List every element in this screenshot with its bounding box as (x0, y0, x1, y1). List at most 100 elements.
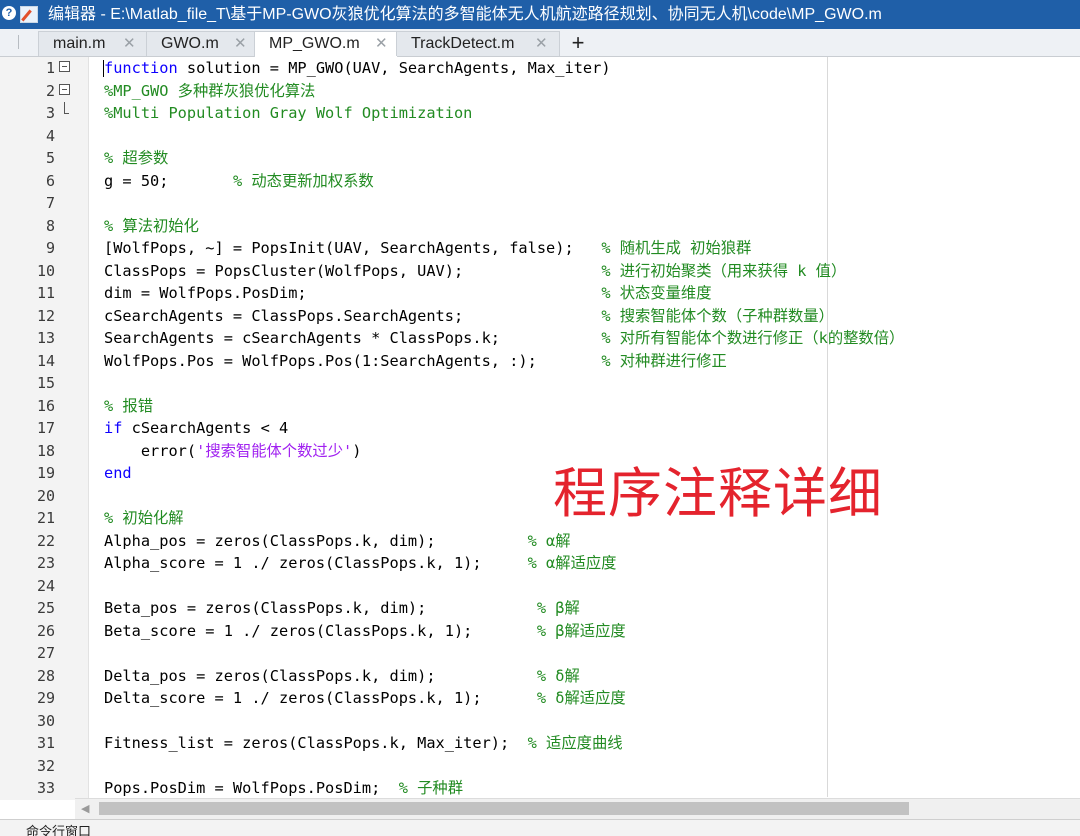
code-line[interactable]: 15 (0, 372, 1080, 395)
code-line[interactable]: 13 SearchAgents = cSearchAgents * ClassPo… (0, 327, 1080, 350)
code-line[interactable]: 11 dim = WolfPops.PosDim; % 状态变量维度 (0, 282, 1080, 305)
code-line[interactable]: 10 ClassPops = PopsCluster(WolfPops, UAV)… (0, 260, 1080, 283)
code-text: end (104, 462, 132, 485)
code-line[interactable]: 21 % 初始化解 (0, 507, 1080, 530)
tab-label: GWO.m (161, 35, 219, 52)
fold-collapse-icon[interactable] (59, 83, 70, 95)
line-number: 27 (36, 644, 55, 662)
code-comment: % 适应度曲线 (527, 734, 623, 752)
code-token: Delta_score = 1 ./ zeros(ClassPops.k, 1)… (104, 689, 537, 707)
code-line[interactable]: 26 Beta_score = 1 ./ zeros(ClassPops.k, 1… (0, 620, 1080, 643)
code-text: dim = WolfPops.PosDim; % 状态变量维度 (104, 282, 712, 305)
line-number: 21 (36, 509, 55, 527)
command-window-panel[interactable]: 命令行窗口 (0, 819, 1080, 836)
code-keyword: end (104, 464, 132, 482)
tab-label: TrackDetect.m (411, 35, 515, 52)
tab-main[interactable]: main.m ✕ (38, 31, 148, 56)
line-number: 13 (36, 329, 55, 347)
code-line[interactable]: 24 (0, 575, 1080, 598)
code-line[interactable]: 23 Alpha_score = 1 ./ zeros(ClassPops.k, … (0, 552, 1080, 575)
close-icon[interactable]: ✕ (123, 32, 136, 56)
tab-mp-gwo[interactable]: MP_GWO.m ✕ (254, 31, 398, 57)
code-line[interactable]: 29 Delta_score = 1 ./ zeros(ClassPops.k, … (0, 687, 1080, 710)
tab-bar: main.m ✕ GWO.m ✕ MP_GWO.m ✕ TrackDetect.… (0, 29, 1080, 57)
close-icon[interactable]: ✕ (535, 32, 548, 56)
code-text: % 报错 (104, 395, 153, 418)
code-editor[interactable]: 1 function solution = MP_GWO(UAV, SearchA… (0, 57, 1080, 800)
code-line[interactable]: 28 Delta_pos = zeros(ClassPops.k, dim); %… (0, 665, 1080, 688)
tab-trackdetect[interactable]: TrackDetect.m ✕ (396, 31, 560, 56)
code-line[interactable]: 14 WolfPops.Pos = WolfPops.Pos(1:SearchAg… (0, 350, 1080, 373)
code-line[interactable]: 5 % 超参数 (0, 147, 1080, 170)
line-number: 29 (36, 689, 55, 707)
line-number: 26 (36, 621, 55, 640)
code-line[interactable]: 19 end (0, 462, 1080, 485)
code-text: Pops.PosDim = WolfPops.PosDim; % 子种群 (104, 777, 463, 800)
code-line[interactable]: 27 (0, 642, 1080, 665)
code-line[interactable]: 6 g = 50; % 动态更新加权系数 (0, 170, 1080, 193)
code-line[interactable]: 20 (0, 485, 1080, 508)
scroll-left-icon[interactable]: ◀ (81, 802, 89, 815)
code-token: Delta_pos = zeros(ClassPops.k, dim); (104, 666, 537, 685)
code-line[interactable]: 25 Beta_pos = zeros(ClassPops.k, dim); % … (0, 597, 1080, 620)
code-token: ClassPops = PopsCluster(WolfPops, UAV); (104, 261, 602, 280)
code-comment: % δ解适应度 (536, 689, 626, 707)
code-comment: % 子种群 (398, 779, 464, 797)
code-token: Alpha_score = 1 ./ zeros(ClassPops.k, 1)… (104, 554, 528, 572)
code-text: Alpha_score = 1 ./ zeros(ClassPops.k, 1)… (104, 552, 616, 575)
code-comment: % 对所有智能体个数进行修正（k的整数倍） (601, 329, 905, 347)
code-line[interactable]: 4 (0, 125, 1080, 148)
code-text: cSearchAgents = ClassPops.SearchAgents; … (104, 305, 834, 328)
editor-icon (20, 6, 38, 23)
code-token: cSearchAgents < 4 (122, 419, 289, 437)
text-cursor (103, 60, 104, 77)
tab-gwo[interactable]: GWO.m ✕ (146, 31, 256, 56)
code-token: [WolfPops, ~] = PopsInit(UAV, SearchAgen… (104, 239, 602, 257)
code-line[interactable]: 8 % 算法初始化 (0, 215, 1080, 238)
code-line[interactable]: 1 function solution = MP_GWO(UAV, SearchA… (0, 57, 1080, 80)
line-number: 5 (45, 149, 55, 167)
code-line[interactable]: 18 error('搜索智能体个数过少') (0, 440, 1080, 463)
code-text: Fitness_list = zeros(ClassPops.k, Max_it… (104, 732, 623, 755)
code-text: ClassPops = PopsCluster(WolfPops, UAV); … (104, 260, 846, 283)
code-line[interactable]: 30 (0, 710, 1080, 733)
add-icon[interactable]: + (562, 31, 594, 56)
code-text: function solution = MP_GWO(UAV, SearchAg… (104, 57, 611, 80)
close-icon[interactable]: ✕ (234, 32, 247, 56)
code-text: Delta_pos = zeros(ClassPops.k, dim); % δ… (104, 665, 580, 688)
command-window-title: 命令行窗口 (26, 825, 92, 836)
code-comment: % 超参数 (104, 149, 169, 167)
code-line[interactable]: 2 %MP_GWO 多种群灰狼优化算法 (0, 80, 1080, 103)
code-line[interactable]: 32 (0, 755, 1080, 778)
code-comment: % 进行初始聚类（用来获得 k 值） (601, 261, 847, 280)
code-text: Delta_score = 1 ./ zeros(ClassPops.k, 1)… (104, 687, 626, 710)
code-comment: % β解适应度 (536, 621, 626, 640)
fold-collapse-icon[interactable] (59, 61, 70, 72)
code-comment: % 算法初始化 (104, 216, 199, 235)
code-line[interactable]: 31 Fitness_list = zeros(ClassPops.k, Max_… (0, 732, 1080, 755)
code-comment: % δ解 (536, 666, 580, 685)
code-line[interactable]: 22 Alpha_pos = zeros(ClassPops.k, dim); %… (0, 530, 1080, 553)
code-line[interactable]: 33 Pops.PosDim = WolfPops.PosDim; % 子种群 (0, 777, 1080, 800)
code-text: % 算法初始化 (104, 215, 199, 238)
line-number: 15 (36, 374, 55, 392)
close-icon[interactable]: ✕ (375, 32, 388, 56)
code-string: '搜索智能体个数过少' (196, 441, 353, 460)
scrollbar-thumb[interactable] (99, 802, 909, 815)
help-icon[interactable]: ? (2, 6, 16, 20)
code-line[interactable]: 7 (0, 192, 1080, 215)
horizontal-scrollbar[interactable]: ◀ (75, 798, 1080, 819)
line-number: 33 (36, 779, 55, 797)
code-comment: % α解 (527, 531, 571, 550)
code-token: solution = MP_GWO(UAV, SearchAgents, Max… (177, 59, 611, 77)
line-number: 14 (36, 351, 55, 370)
code-text: %MP_GWO 多种群灰狼优化算法 (104, 80, 315, 103)
code-line[interactable]: 3 %Multi Population Gray Wolf Optimizatio… (0, 102, 1080, 125)
code-text: WolfPops.Pos = WolfPops.Pos(1:SearchAgen… (104, 350, 727, 373)
code-keyword: if (104, 419, 123, 437)
code-line[interactable]: 9 [WolfPops, ~] = PopsInit(UAV, SearchAge… (0, 237, 1080, 260)
code-text: g = 50; % 动态更新加权系数 (104, 170, 374, 193)
code-line[interactable]: 12 cSearchAgents = ClassPops.SearchAgents… (0, 305, 1080, 328)
code-line[interactable]: 17 if cSearchAgents < 4 (0, 417, 1080, 440)
code-line[interactable]: 16 % 报错 (0, 395, 1080, 418)
